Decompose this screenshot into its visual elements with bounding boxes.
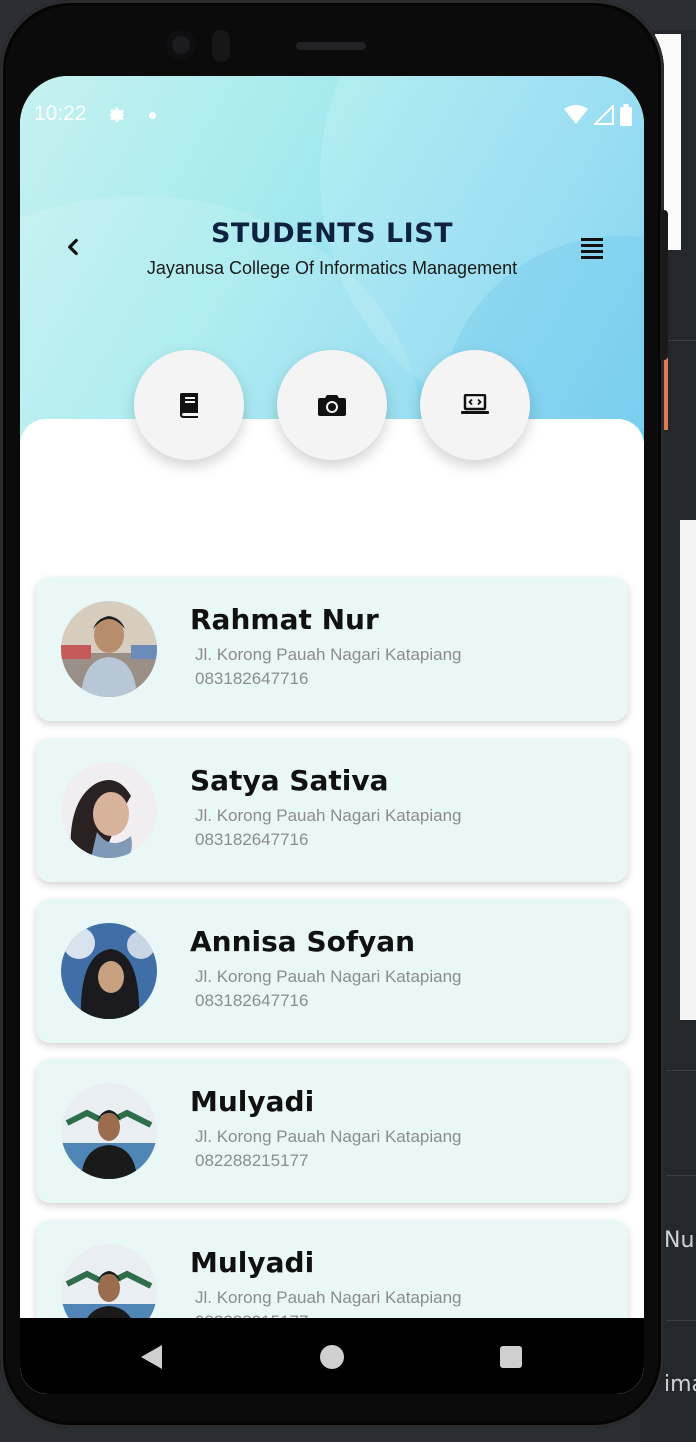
student-card[interactable]: Mulyadi Jl. Korong Pauah Nagari Katapian… [36, 1059, 628, 1203]
student-phone: 083182647716 [195, 830, 309, 849]
student-name: Satya Sativa [190, 764, 389, 797]
wifi-icon [564, 105, 588, 124]
laptop-code-icon [461, 394, 489, 414]
student-card[interactable]: Rahmat Nur Jl. Korong Pauah Nagari Katap… [36, 577, 628, 721]
nav-back-icon[interactable] [140, 1344, 164, 1370]
front-camera [166, 30, 196, 60]
camera-button[interactable] [277, 350, 387, 460]
camera-icon [318, 395, 346, 416]
student-phone: 082288215177 [195, 1151, 309, 1170]
avatar [61, 601, 157, 697]
student-name: Mulyadi [190, 1085, 315, 1118]
background-panel [680, 520, 696, 1020]
student-address: Jl. Korong Pauah Nagari Katapiang [195, 806, 462, 825]
student-address: Jl. Korong Pauah Nagari Katapiang [195, 1127, 462, 1146]
book-button[interactable] [134, 350, 244, 460]
menu-icon[interactable] [580, 236, 604, 260]
book-icon [179, 393, 198, 418]
phone-frame: 10:22 STUDENTS LIST Jayanusa College Of … [0, 0, 668, 1428]
background-text: ima [664, 1372, 696, 1397]
system-navigation-bar [20, 1318, 644, 1394]
student-address: Jl. Korong Pauah Nagari Katapiang [195, 645, 462, 664]
app-screen: 10:22 STUDENTS LIST Jayanusa College Of … [20, 76, 644, 1394]
gear-icon [108, 107, 126, 122]
earpiece-speaker [296, 42, 366, 50]
sensor [212, 30, 230, 62]
status-time: 10:22 [34, 102, 87, 125]
student-name: Rahmat Nur [190, 603, 379, 636]
background-text: Nu [664, 1228, 695, 1253]
student-name: Annisa Sofyan [190, 925, 416, 958]
avatar [61, 923, 157, 1019]
notification-dot-icon [149, 112, 156, 119]
student-address: Jl. Korong Pauah Nagari Katapiang [195, 967, 462, 986]
avatar [61, 1083, 157, 1179]
student-address: Jl. Korong Pauah Nagari Katapiang [195, 1288, 462, 1307]
power-button [660, 210, 668, 360]
student-card[interactable]: Annisa Sofyan Jl. Korong Pauah Nagari Ka… [36, 899, 628, 1043]
laptop-code-button[interactable] [420, 350, 530, 460]
nav-home-icon[interactable] [320, 1345, 344, 1369]
signal-icon [594, 105, 614, 125]
student-name: Mulyadi [190, 1246, 315, 1279]
page-title: STUDENTS LIST [210, 218, 454, 249]
student-phone: 083182647716 [195, 669, 309, 688]
nav-recents-icon[interactable] [500, 1346, 522, 1368]
status-bar: 10:22 [20, 100, 644, 134]
avatar [61, 762, 157, 858]
student-card[interactable]: Satya Sativa Jl. Korong Pauah Nagari Kat… [36, 738, 628, 882]
page-subtitle: Jayanusa College Of Informatics Manageme… [146, 258, 518, 278]
student-phone: 083182647716 [195, 991, 309, 1010]
battery-icon [620, 104, 632, 126]
